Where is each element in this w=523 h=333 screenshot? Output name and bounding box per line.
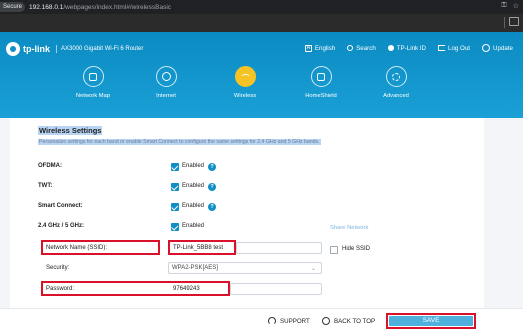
arrow-up-icon [322,317,330,325]
advanced-gear-icon [385,66,407,87]
headset-icon [268,317,276,325]
bottom-action-bar: SUPPORT BACK TO TOP SAVE [0,308,523,333]
support-link[interactable]: SUPPORT [268,317,310,325]
browser-address-bar[interactable]: Secure 192.168.0.1/webpages/index.html#/… [0,0,523,14]
key-icon[interactable]: ⚿ [501,2,506,10]
ofdma-checkbox[interactable] [171,163,179,171]
search-link[interactable]: Search [347,45,376,52]
ofdma-label: OFDMA: [38,163,62,169]
band-checkbox[interactable] [171,223,179,231]
band-enabled-label: Enabled [182,223,205,229]
homeshield-icon [310,66,332,87]
smart-connect-checkbox[interactable] [171,203,179,211]
language-icon: A [304,44,312,52]
twt-checkbox[interactable] [171,183,179,191]
update-icon [482,44,491,52]
twt-enabled-label: Enabled [182,183,205,189]
globe-icon [155,66,177,87]
network-map-icon [82,66,104,87]
wifi-icon [234,66,256,87]
search-icon [347,45,354,51]
share-network-link[interactable]: Share Network [330,225,368,231]
brand-divider [56,45,57,53]
smart-connect-enabled-label: Enabled [182,203,205,209]
save-highlight: SAVE [386,313,476,329]
url-path: /webpages/index.html#/wirelessBasic [63,3,172,11]
security-value: WPA2-PSK[AES] [172,265,218,271]
main-nav: Network Map Internet Wireless HomeShield… [0,66,523,118]
account-icon [387,45,394,51]
nav-internet[interactable]: Internet [131,66,201,99]
update-link[interactable]: Update [482,44,513,52]
logout-icon [438,45,446,51]
language-link[interactable]: A English [304,44,335,52]
nav-advanced[interactable]: Advanced [361,66,431,99]
hide-ssid-checkbox[interactable] [330,246,338,254]
back-to-top-link[interactable]: BACK TO TOP [322,317,375,325]
section-description: Personalize settings for each band or en… [38,139,321,145]
logout-link[interactable]: Log Out [438,45,470,52]
twt-label: TWT: [38,183,53,189]
nav-network-map[interactable]: Network Map [58,66,128,99]
nav-wireless[interactable]: Wireless [210,66,280,99]
password-label: Password: [46,286,75,292]
save-button[interactable]: SAVE [389,316,473,326]
model-name: AX3000 Gigabit Wi-Fi 6 Router [61,46,144,52]
security-label: Security: [46,265,70,271]
logo-text: tp-link [23,44,50,54]
chevron-down-icon: ⌄ [310,266,316,272]
brand: tp-link AX3000 Gigabit Wi-Fi 6 Router [6,42,143,56]
nav-homeshield[interactable]: HomeShield [286,66,356,99]
ssid-input-extension[interactable] [236,242,322,254]
ssid-label: Network Name (SSID): [46,245,108,251]
password-input-extension[interactable] [230,283,322,295]
url-host: 192.168.0.1 [29,3,64,11]
twt-help-icon[interactable]: ? [208,183,216,191]
security-select[interactable]: WPA2-PSK[AES] ⌄ [168,262,322,274]
toolbar-divider [504,17,505,28]
url-text[interactable]: 192.168.0.1/webpages/index.html#/wireles… [29,4,171,11]
tp-link-logo-icon [6,42,20,56]
browser-toolbar [0,14,523,32]
browser-actions: ⚿ ☆ [501,2,519,10]
side-panel-icon[interactable] [509,17,519,26]
password-input[interactable]: 97649243 [173,286,200,292]
hide-ssid-label: Hide SSID [342,246,371,252]
band-label: 2.4 GHz / 5 GHz: [38,223,85,229]
router-header: tp-link AX3000 Gigabit Wi-Fi 6 Router AE… [0,32,523,118]
ofdma-enabled-label: Enabled [182,163,205,169]
section-title: Wireless Settings [38,126,103,135]
ofdma-help-icon[interactable]: ? [208,163,216,171]
secure-badge[interactable]: Secure [0,2,26,12]
smart-connect-help-icon[interactable]: ? [208,203,216,211]
tplink-id-link[interactable]: TP-Link ID [387,45,426,52]
top-links: A English Search TP-Link ID Log Out Updat… [304,44,513,52]
star-icon[interactable]: ☆ [513,2,519,10]
ssid-input[interactable]: TP-Link_5BB8 test [173,245,223,251]
smart-connect-label: Smart Connect: [38,203,83,209]
